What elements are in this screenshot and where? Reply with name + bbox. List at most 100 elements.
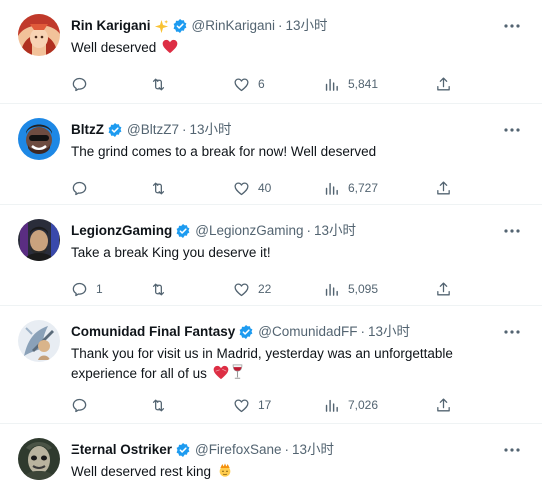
more-options-icon[interactable] bbox=[502, 223, 522, 239]
heart-icon bbox=[234, 398, 249, 412]
sparkles-emoji bbox=[154, 19, 169, 34]
separator-dot: · bbox=[306, 223, 312, 238]
share-icon bbox=[437, 397, 450, 411]
tweet[interactable]: BltzZ @BltzZ7 · 13小时 The grind comes to … bbox=[0, 104, 542, 205]
like-count: 40 bbox=[258, 181, 272, 195]
display-name[interactable]: Comunidad Final Fantasy bbox=[71, 322, 235, 342]
like-count: 22 bbox=[258, 282, 272, 296]
separator-dot: · bbox=[278, 18, 283, 33]
tweet-actions: 1 22 5,095 bbox=[71, 279, 461, 299]
verified-badge-icon bbox=[175, 442, 191, 458]
handle[interactable]: @FirefoxSane bbox=[195, 440, 282, 460]
share-button[interactable] bbox=[435, 279, 452, 299]
reply-icon bbox=[72, 398, 87, 412]
display-name[interactable]: LegionzGaming bbox=[71, 221, 172, 241]
tweet-actions: 40 6,727 bbox=[71, 178, 461, 198]
like-button[interactable]: 17 bbox=[233, 395, 271, 415]
avatar[interactable] bbox=[18, 118, 60, 160]
heart-and-wine-emoji bbox=[213, 364, 244, 386]
retweet-button[interactable] bbox=[150, 74, 175, 94]
avatar[interactable] bbox=[18, 14, 60, 56]
views-button[interactable]: 6,727 bbox=[323, 178, 378, 198]
tweet-actions: 6 5,841 bbox=[71, 74, 461, 94]
view-count: 5,841 bbox=[348, 77, 379, 91]
red-heart-emoji bbox=[162, 39, 178, 60]
reply-button[interactable] bbox=[71, 395, 96, 415]
tweet[interactable]: Ξternal Ostriker @FirefoxSane · 13小时 Wel… bbox=[0, 424, 542, 496]
share-icon bbox=[437, 281, 450, 295]
avatar[interactable] bbox=[18, 438, 60, 480]
tweet-actions: 17 7,026 bbox=[71, 395, 461, 415]
heart-icon bbox=[234, 77, 249, 91]
share-icon bbox=[437, 76, 450, 90]
like-count: 6 bbox=[258, 77, 265, 91]
reply-count: 1 bbox=[96, 282, 103, 296]
more-options-icon[interactable] bbox=[502, 324, 522, 340]
verified-badge-icon bbox=[107, 122, 123, 138]
share-icon bbox=[437, 180, 450, 194]
reply-button[interactable] bbox=[71, 178, 96, 198]
tweet-text: Take a break King you deserve it! bbox=[71, 245, 271, 260]
separator-dot: · bbox=[181, 122, 187, 137]
timestamp[interactable]: 13小时 bbox=[314, 221, 356, 241]
retweet-button[interactable] bbox=[150, 178, 175, 198]
views-button[interactable]: 7,026 bbox=[323, 395, 378, 415]
reply-button[interactable] bbox=[71, 74, 96, 94]
analytics-icon bbox=[325, 78, 338, 91]
heart-icon bbox=[234, 181, 249, 195]
heart-icon bbox=[234, 282, 249, 296]
timestamp[interactable]: 13小时 bbox=[368, 322, 410, 342]
more-options-icon[interactable] bbox=[502, 18, 522, 34]
handle[interactable]: @RinKarigani bbox=[192, 16, 276, 36]
timestamp[interactable]: 13小时 bbox=[286, 16, 328, 36]
like-button[interactable]: 22 bbox=[233, 279, 271, 299]
reply-icon bbox=[72, 282, 87, 296]
prince-emoji bbox=[217, 462, 233, 484]
verified-badge-icon bbox=[175, 223, 191, 239]
share-button[interactable] bbox=[435, 74, 452, 94]
view-count: 7,026 bbox=[348, 398, 379, 412]
views-button[interactable]: 5,095 bbox=[323, 279, 378, 299]
like-button[interactable]: 40 bbox=[233, 178, 271, 198]
tweet[interactable]: LegionzGaming @LegionzGaming · 13小时 Take… bbox=[0, 205, 542, 306]
display-name[interactable]: Rin Karigani bbox=[71, 16, 151, 36]
tweet-text: Well deserved rest king bbox=[71, 462, 481, 484]
avatar[interactable] bbox=[18, 320, 60, 362]
handle[interactable]: @BltzZ7 bbox=[127, 120, 179, 140]
separator-dot: · bbox=[360, 324, 366, 339]
tweet[interactable]: Comunidad Final Fantasy @ComunidadFF · 1… bbox=[0, 306, 542, 424]
timestamp[interactable]: 13小时 bbox=[189, 120, 231, 140]
retweet-button[interactable] bbox=[150, 395, 175, 415]
handle[interactable]: @ComunidadFF bbox=[258, 322, 357, 342]
tweet[interactable]: Rin Karigani @RinKarigani · 13小时 Well de… bbox=[0, 0, 542, 104]
views-button[interactable]: 5,841 bbox=[323, 74, 378, 94]
timestamp[interactable]: 13小时 bbox=[292, 440, 334, 460]
reply-icon bbox=[72, 77, 87, 91]
retweet-icon bbox=[152, 182, 165, 194]
tweet-text: Well deserved bbox=[71, 38, 481, 60]
verified-badge-icon bbox=[238, 324, 254, 340]
tweet-text: Thank you for visit us in Madrid, yester… bbox=[71, 344, 481, 386]
retweet-button[interactable] bbox=[150, 279, 175, 299]
view-count: 6,727 bbox=[348, 181, 379, 195]
analytics-icon bbox=[325, 283, 338, 296]
verified-badge-icon bbox=[172, 18, 188, 34]
display-name[interactable]: Ξternal Ostriker bbox=[71, 440, 172, 460]
tweet-text: The grind comes to a break for now! Well… bbox=[71, 144, 377, 159]
like-button[interactable]: 6 bbox=[233, 74, 265, 94]
share-button[interactable] bbox=[435, 178, 452, 198]
analytics-icon bbox=[325, 182, 338, 195]
retweet-icon bbox=[152, 283, 165, 295]
share-button[interactable] bbox=[435, 395, 452, 415]
handle[interactable]: @LegionzGaming bbox=[195, 221, 303, 241]
like-count: 17 bbox=[258, 398, 272, 412]
avatar[interactable] bbox=[18, 219, 60, 261]
separator-dot: · bbox=[284, 442, 289, 457]
display-name[interactable]: BltzZ bbox=[71, 120, 104, 140]
view-count: 5,095 bbox=[348, 282, 379, 296]
more-options-icon[interactable] bbox=[502, 122, 522, 138]
retweet-icon bbox=[152, 78, 165, 90]
reply-button[interactable]: 1 bbox=[71, 279, 103, 299]
more-options-icon[interactable] bbox=[502, 442, 522, 458]
reply-icon bbox=[72, 181, 87, 195]
